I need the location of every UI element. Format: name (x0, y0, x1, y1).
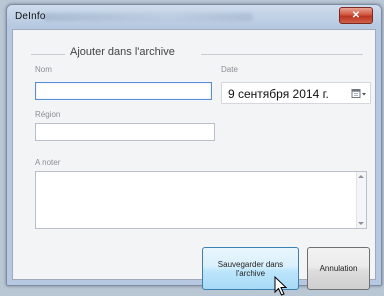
note-textarea[interactable] (35, 171, 367, 229)
note-label: A noter (35, 158, 61, 167)
group-divider-left (31, 54, 65, 55)
window-title: DeInfo (15, 11, 46, 22)
name-label: Nom (35, 65, 52, 74)
region-input[interactable] (35, 123, 215, 141)
close-icon: ✕ (351, 10, 361, 21)
mouse-pointer-icon (274, 276, 288, 296)
dialog-window: DeInfo ✕ Ajouter dans l'archive Nom Date… (6, 4, 382, 296)
scroll-down-arrow-icon[interactable] (358, 222, 364, 225)
date-picker[interactable]: 9 сентября 2014 г. (221, 82, 371, 104)
dialog-content: Ajouter dans l'archive Nom Date 9 сентяб… (12, 29, 376, 296)
group-divider-right (201, 54, 363, 55)
date-value: 9 сентября 2014 г. (228, 87, 329, 101)
name-input[interactable] (35, 82, 212, 100)
save-button-label-line2: l'archive (235, 268, 266, 278)
calendar-dropdown-icon[interactable] (351, 88, 367, 100)
note-scrollbar[interactable] (356, 172, 366, 228)
group-title: Ajouter dans l'archive (67, 46, 178, 58)
cancel-button[interactable]: Annulation (307, 247, 370, 290)
region-label: Région (35, 110, 61, 119)
close-button[interactable]: ✕ (339, 7, 373, 24)
title-bar[interactable]: DeInfo ✕ (7, 5, 381, 29)
scroll-up-arrow-icon[interactable] (358, 175, 364, 178)
save-button-label: Sauvegarder dans l'archive (218, 260, 283, 278)
date-label: Date (221, 65, 238, 74)
title-blur (43, 13, 253, 21)
save-button-label-line1: Sauvegarder dans (217, 259, 284, 269)
cancel-button-label: Annulation (319, 264, 358, 273)
